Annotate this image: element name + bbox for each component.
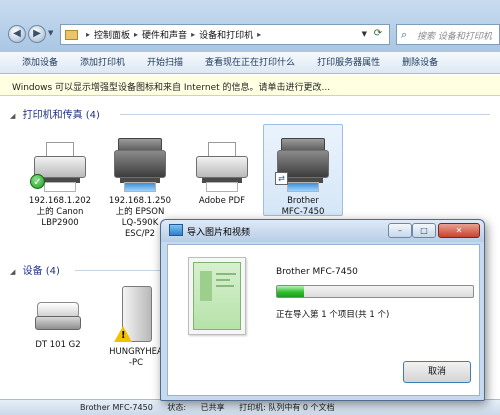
chevron-right-icon[interactable]: ▸: [86, 30, 90, 39]
address-dropdown-icon[interactable]: ▼: [362, 30, 367, 38]
group-divider: [75, 270, 165, 271]
device-tile-brother[interactable]: ⇄ Brother MFC-7450: [263, 136, 343, 218]
breadcrumb-hardware-sound[interactable]: 硬件和声音: [142, 28, 187, 41]
refresh-icon[interactable]: ⟳: [371, 27, 385, 41]
details-pane: Brother MFC-7450 状态: 已共享 打印机: 队列中有 0 个文档: [0, 399, 500, 415]
status-category: 打印机: 队列中有 0 个文档: [239, 403, 335, 412]
hard-drive-icon: !: [114, 286, 156, 344]
chevron-right-icon[interactable]: ▸: [257, 30, 261, 39]
dialog-title: 导入图片和视频: [187, 228, 251, 238]
search-input[interactable]: ⌕ 搜索 设备和打印机: [396, 24, 500, 45]
start-scan-button[interactable]: 开始扫描: [136, 52, 194, 74]
device-label-line1: DT 101 G2: [35, 340, 81, 350]
status-state-label: 状态:: [167, 403, 187, 412]
group-header-devices[interactable]: ◢ 设备 (4): [10, 262, 60, 277]
breadcrumb-devices-printers[interactable]: 设备和打印机: [199, 28, 253, 41]
device-label-line2: 上的 Canon: [36, 207, 84, 217]
group-title-devices: 设备 (4): [22, 266, 60, 277]
printer-icon: ✓: [30, 142, 88, 194]
device-tile-adobe-pdf[interactable]: Adobe PDF: [182, 142, 262, 207]
search-placeholder: 搜索 设备和打印机: [417, 32, 492, 42]
status-state-value: 已共享: [200, 403, 225, 412]
dialog-status-text: 正在导入第 1 个项目(共 1 个): [276, 310, 390, 320]
import-dialog: 导入图片和视频 – □ ✕ Brother MFC-7450 正在导入第 1 个…: [160, 219, 485, 401]
group-header-printers[interactable]: ◢ 打印机和传真 (4): [10, 106, 100, 121]
see-whats-printing-button[interactable]: 查看现在正在打印什么: [194, 52, 306, 74]
device-label-line1: 192.168.1.202: [28, 196, 92, 206]
dialog-body: Brother MFC-7450 正在导入第 1 个项目(共 1 个) 取消: [167, 244, 480, 396]
share-icon: ⇄: [275, 172, 288, 185]
address-bar[interactable]: ▸ 控制面板 ▸ 硬件和声音 ▸ 设备和打印机 ▸ ▼ ⟳: [60, 24, 390, 45]
minimize-button[interactable]: –: [388, 223, 412, 238]
device-label-line1: Brother: [287, 196, 319, 206]
device-label-line1: 192.168.1.250: [108, 196, 172, 206]
add-printer-button[interactable]: 添加打印机: [69, 52, 136, 74]
device-tile-canon[interactable]: ✓ 192.168.1.202 上的 Canon LBP2900: [20, 142, 100, 229]
info-bar-text: Windows 可以显示增强型设备图标和来自 Internet 的信息。请单击进…: [12, 83, 331, 93]
multifunction-printer-icon: ⇄: [275, 136, 331, 194]
dialog-device-name: Brother MFC-7450: [276, 267, 358, 277]
breadcrumb-control-panel[interactable]: 控制面板: [94, 28, 130, 41]
close-button[interactable]: ✕: [438, 223, 480, 238]
usb-drive-icon: [35, 302, 81, 332]
progress-fill: [277, 286, 305, 297]
back-button[interactable]: ◀: [8, 25, 26, 43]
add-device-button[interactable]: 添加设备: [0, 52, 69, 74]
scanned-document-thumbnail: [188, 257, 246, 335]
photo-import-icon: [169, 224, 183, 236]
info-bar[interactable]: Windows 可以显示增强型设备图标和来自 Internet 的信息。请单击进…: [0, 75, 500, 96]
forward-button[interactable]: ▶: [28, 25, 46, 43]
group-divider: [120, 114, 490, 115]
device-label-line3: LBP2900: [41, 218, 79, 228]
recent-pages-dropdown[interactable]: ▼: [48, 29, 53, 37]
chevron-right-icon[interactable]: ▸: [134, 30, 138, 39]
collapse-triangle-icon[interactable]: ◢: [10, 112, 15, 120]
import-progress-bar: [276, 285, 474, 298]
device-label-line2: MFC-7450: [281, 207, 325, 217]
folder-icon: [65, 29, 78, 40]
printer-icon: [194, 142, 250, 194]
title-bar: ◀ ▶ ▼ ▸ 控制面板 ▸ 硬件和声音 ▸ 设备和打印机 ▸ ▼ ⟳ ⌕ 搜索…: [0, 0, 500, 52]
device-label-line2: 上的 EPSON: [115, 207, 165, 217]
group-title-printers: 打印机和传真 (4): [22, 110, 100, 121]
device-tile-dt101g2[interactable]: DT 101 G2: [18, 286, 98, 351]
printer-icon: [112, 136, 168, 194]
status-device-name: Brother MFC-7450: [80, 403, 153, 412]
default-check-icon: ✓: [30, 174, 45, 189]
device-label-line1: Adobe PDF: [198, 196, 246, 206]
maximize-button[interactable]: □: [412, 223, 436, 238]
print-server-properties-button[interactable]: 打印服务器属性: [306, 52, 391, 74]
chevron-right-icon[interactable]: ▸: [191, 30, 195, 39]
command-bar: 添加设备 添加打印机 开始扫描 查看现在正在打印什么 打印服务器属性 删除设备: [0, 52, 500, 74]
collapse-triangle-icon[interactable]: ◢: [10, 268, 15, 276]
search-icon: ⌕: [401, 28, 408, 41]
cancel-button[interactable]: 取消: [403, 361, 471, 383]
remove-device-button[interactable]: 删除设备: [391, 52, 449, 74]
